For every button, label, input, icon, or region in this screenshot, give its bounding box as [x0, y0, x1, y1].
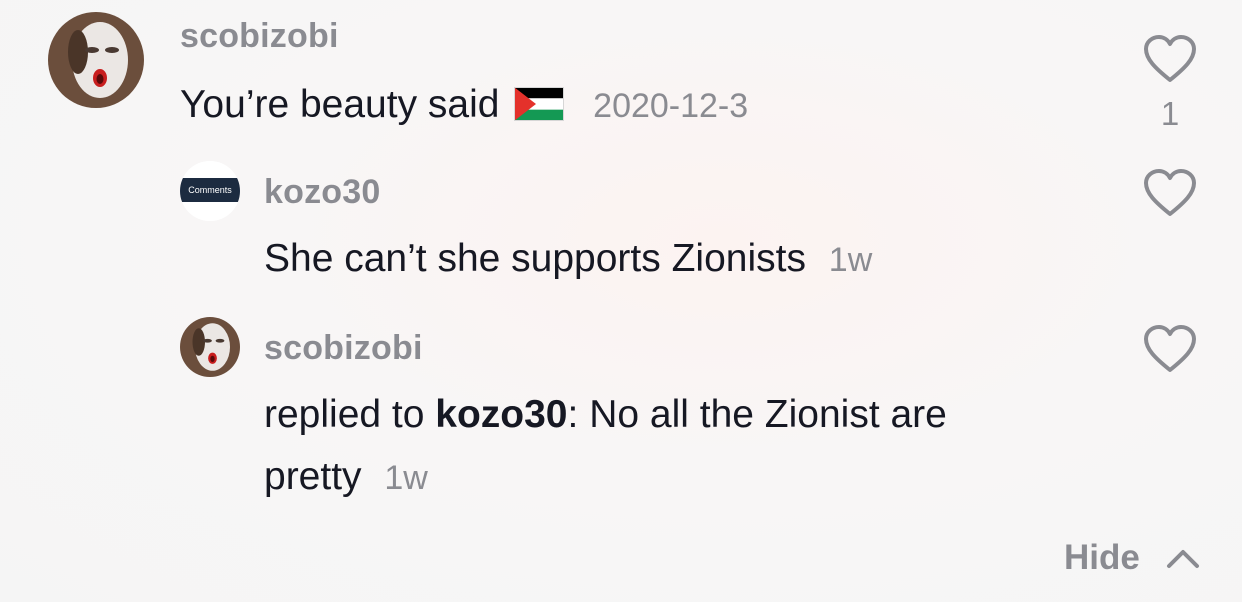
comment-timestamp: 2020-12-3 — [593, 87, 749, 125]
hide-replies-button[interactable]: Hide — [1064, 538, 1200, 578]
reply-text: replied to kozo30: No all the Zionist ar… — [264, 384, 947, 446]
like-button[interactable] — [1143, 168, 1197, 223]
comment-text: You’re beauty said 2020-12-3 — [180, 74, 748, 137]
avatar-image — [48, 12, 144, 108]
like-button[interactable] — [1143, 34, 1197, 89]
hide-label: Hide — [1064, 538, 1140, 577]
heart-outline-icon — [1144, 35, 1196, 82]
reply-timestamp: 1w — [384, 459, 428, 497]
like-button[interactable] — [1143, 324, 1197, 379]
reply-body-line2: pretty — [264, 455, 362, 498]
reply-username[interactable]: scobizobi — [264, 328, 423, 368]
reply-timestamp: 1w — [828, 241, 873, 279]
avatar-label: Comments — [188, 185, 232, 195]
avatar-image — [180, 317, 240, 377]
like-count: 1 — [1160, 95, 1180, 132]
reply-text: She can’t she supports Zionists 1w — [264, 228, 872, 291]
avatar[interactable] — [180, 317, 240, 377]
replied-prefix: replied to — [264, 393, 425, 436]
chevron-up-icon — [1166, 550, 1199, 568]
heart-outline-icon — [1144, 169, 1196, 216]
avatar[interactable]: Comments — [180, 161, 240, 221]
avatar[interactable] — [48, 12, 144, 108]
heart-outline-icon — [1144, 325, 1196, 372]
comment-username[interactable]: scobizobi — [180, 16, 339, 56]
reply-text-line2: pretty 1w — [264, 446, 428, 509]
reply-body-line1: No all the Zionist are — [589, 393, 947, 436]
mention-link[interactable]: kozo30 — [435, 393, 567, 436]
comment-body: You’re beauty said — [180, 83, 500, 126]
reply-username[interactable]: kozo30 — [264, 172, 380, 212]
reply-body: She can’t she supports Zionists — [264, 237, 806, 280]
palestine-flag-emoji — [514, 87, 565, 121]
mention-separator: : — [567, 393, 579, 436]
